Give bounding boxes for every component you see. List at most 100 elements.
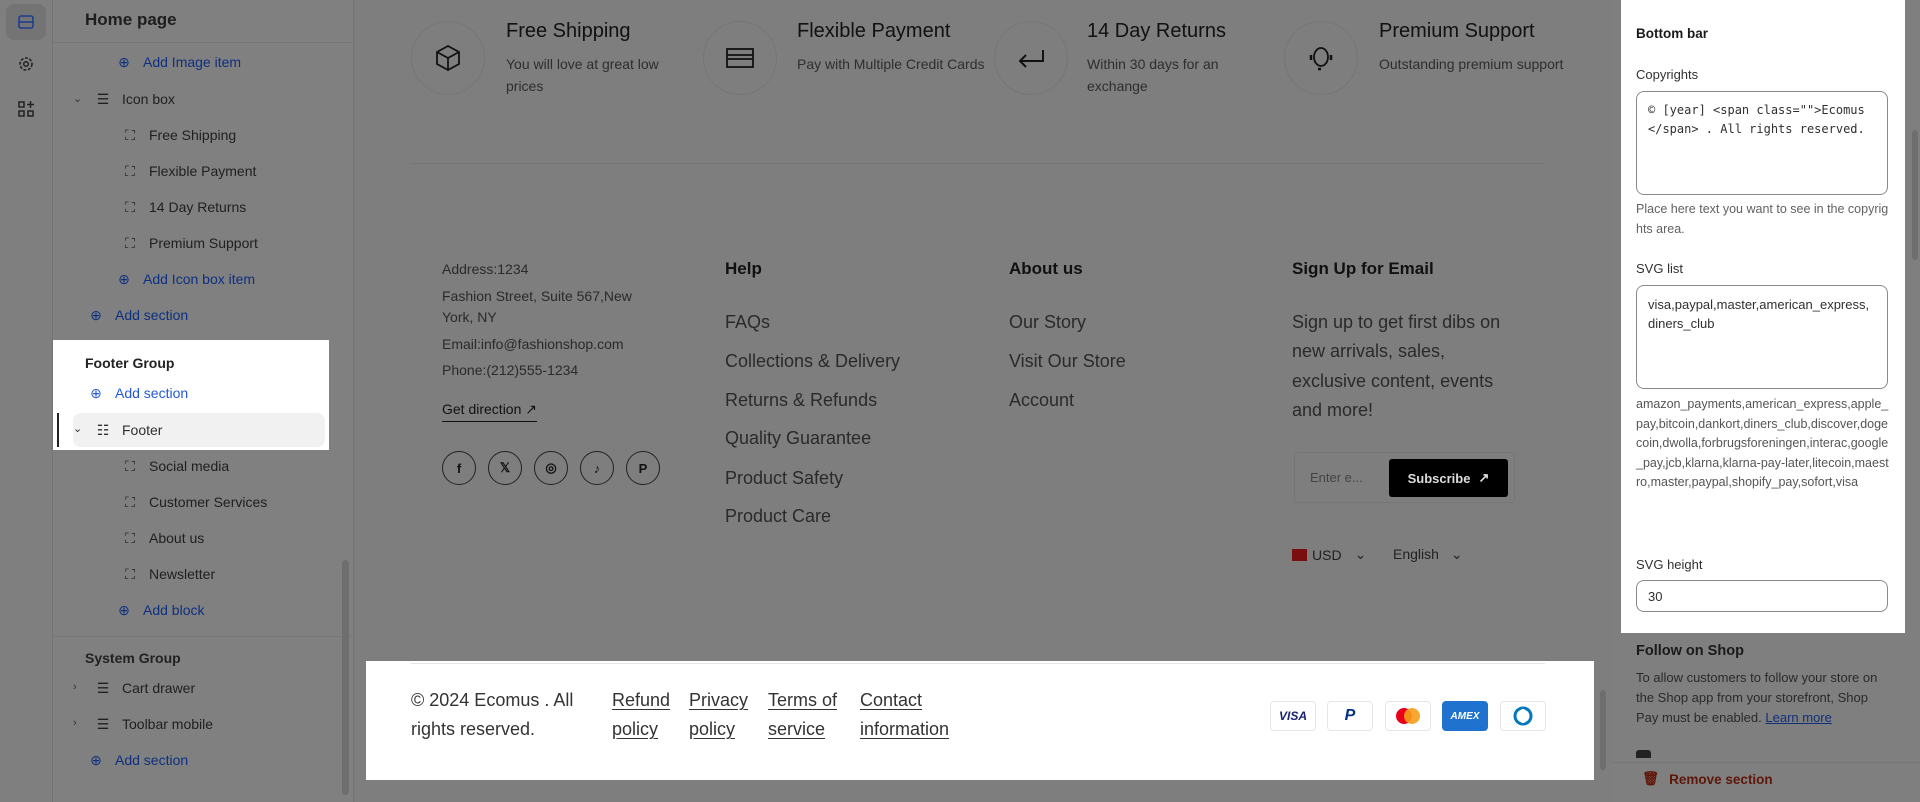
- chevron-down-icon[interactable]: ⌄: [73, 92, 82, 105]
- section-icon: ☰: [96, 679, 110, 696]
- label: About us: [149, 530, 205, 546]
- plus-circle-icon: ⊕: [118, 270, 130, 287]
- footer-link[interactable]: Collections & Delivery: [725, 351, 900, 372]
- footer-link[interactable]: Quality Guarantee: [725, 428, 871, 449]
- label: Newsletter: [149, 566, 216, 582]
- add-section-button[interactable]: ⊕ Add section: [87, 745, 188, 775]
- label: Cart drawer: [122, 680, 196, 696]
- plus-circle-icon: ⊕: [90, 384, 102, 401]
- bottom-bar-settings: Bottom bar Copyrights © [year] <span cla…: [1621, 0, 1905, 633]
- plus-circle-icon: ⊕: [118, 53, 130, 70]
- preview-scrollbar[interactable]: [1600, 690, 1606, 770]
- label: Get direction: [442, 401, 522, 417]
- footer-link[interactable]: Visit Our Store: [1009, 351, 1126, 372]
- add-section-button[interactable]: ⊕ Add section: [87, 300, 188, 330]
- email-input[interactable]: Enter e...: [1310, 470, 1363, 485]
- get-direction-link[interactable]: Get direction ↗: [442, 401, 537, 422]
- credit-card-icon: [703, 21, 777, 95]
- block-customer-services[interactable]: ⛶ Customer Services: [121, 487, 267, 517]
- settings-gear-icon[interactable]: [6, 46, 46, 82]
- svg-list-label: SVG list: [1636, 261, 1683, 276]
- icon-box-title: Flexible Payment: [797, 20, 951, 42]
- block-14-day-returns[interactable]: ⛶ 14 Day Returns: [121, 192, 246, 222]
- tiktok-icon[interactable]: ♪: [580, 451, 614, 485]
- icon-box-desc: Pay with Multiple Credit Cards: [797, 56, 985, 72]
- line: policy: [612, 719, 659, 739]
- line: rights reserved.: [411, 719, 536, 739]
- contact-information-link[interactable]: Contact information: [860, 686, 949, 744]
- sections-icon[interactable]: [6, 4, 46, 40]
- add-image-item-button[interactable]: ⊕ Add Image item: [115, 47, 241, 77]
- block-social-media[interactable]: ⛶ Social media: [121, 451, 229, 481]
- block-about-us[interactable]: ⛶ About us: [121, 523, 204, 553]
- copyrights-textarea[interactable]: © [year] <span class="">Ecomus</span> . …: [1636, 91, 1888, 195]
- label: Footer: [122, 422, 163, 438]
- footer-group-highlight: Footer Group ⊕ Add section ⌄ ☷ Footer: [53, 340, 329, 450]
- email-signup-form: Enter e... Subscribe ↗: [1294, 452, 1515, 503]
- chevron-down-icon[interactable]: ⌄: [73, 422, 82, 435]
- footer-link[interactable]: FAQs: [725, 312, 770, 333]
- section-cart-drawer[interactable]: ☰ Cart drawer: [94, 673, 195, 703]
- section-toolbar-mobile[interactable]: ☰ Toolbar mobile: [94, 709, 213, 739]
- block-flexible-payment[interactable]: ⛶ Flexible Payment: [121, 156, 256, 186]
- section-icon-box[interactable]: ☰ Icon box: [94, 84, 175, 114]
- signup-text: Sign up to get first dibs on: [1292, 312, 1501, 332]
- help-heading: Help: [725, 259, 762, 278]
- sidebar-scrollbar[interactable]: [342, 560, 349, 795]
- plus-circle-icon: ⊕: [90, 306, 102, 323]
- icon-rail: [0, 0, 53, 802]
- apps-add-icon[interactable]: [6, 91, 46, 127]
- section-footer[interactable]: ☷ Footer: [94, 415, 163, 445]
- footer-link[interactable]: Returns & Refunds: [725, 390, 877, 411]
- paypal-icon: P: [1327, 701, 1373, 731]
- terms-of-service-link[interactable]: Terms of service: [768, 686, 837, 744]
- pinterest-icon[interactable]: P: [626, 451, 660, 485]
- label: Add section: [115, 307, 189, 323]
- facebook-icon[interactable]: f: [442, 451, 476, 485]
- flag-icon: [1292, 548, 1307, 561]
- panel-footer: 🗑 Remove section: [1612, 762, 1920, 802]
- footer-link[interactable]: Product Care: [725, 506, 831, 527]
- currency-selector[interactable]: USD ⌄: [1292, 546, 1366, 563]
- icon-box-desc: Within 30 days for an exchange: [1087, 56, 1219, 94]
- chevron-right-icon[interactable]: ›: [73, 681, 77, 693]
- refund-policy-link[interactable]: Refund policy: [612, 686, 670, 744]
- block-premium-support[interactable]: ⛶ Premium Support: [121, 228, 258, 258]
- address-line: York, NY: [442, 309, 497, 325]
- visa-icon: VISA: [1270, 701, 1316, 731]
- privacy-policy-link[interactable]: Privacy policy: [689, 686, 748, 744]
- chevron-right-icon[interactable]: ›: [73, 717, 77, 729]
- block-icon: ⛶: [125, 126, 135, 143]
- block-free-shipping[interactable]: ⛶ Free Shipping: [121, 120, 236, 150]
- block-newsletter[interactable]: ⛶ Newsletter: [121, 559, 215, 589]
- add-block-button[interactable]: ⊕ Add block: [115, 595, 204, 625]
- plus-circle-icon: ⊕: [118, 601, 130, 618]
- footer-link[interactable]: Product Safety: [725, 468, 843, 489]
- checkbox[interactable]: [1636, 750, 1651, 758]
- svg-list-help: amazon_payments,american_express,apple_p…: [1636, 397, 1889, 489]
- page-title: Home page: [85, 10, 177, 29]
- add-icon-box-item-button[interactable]: ⊕ Add Icon box item: [115, 264, 255, 294]
- footer-link[interactable]: Our Story: [1009, 312, 1086, 333]
- instagram-icon[interactable]: ◎: [534, 451, 568, 485]
- footer-link[interactable]: Account: [1009, 390, 1074, 411]
- svg-list-textarea[interactable]: visa,paypal,master,american_express,dine…: [1636, 285, 1888, 389]
- plus-circle-icon: ⊕: [90, 751, 102, 768]
- block-icon: ⛶: [125, 162, 135, 179]
- label: Free Shipping: [149, 127, 237, 143]
- language-selector[interactable]: English ⌄: [1393, 546, 1463, 563]
- learn-more-link[interactable]: Learn more: [1765, 710, 1831, 725]
- svg-height-input[interactable]: 30: [1636, 580, 1888, 612]
- line: Terms of: [768, 690, 838, 710]
- settings-scrollbar[interactable]: [1912, 130, 1918, 260]
- section-icon: ☰: [96, 715, 110, 732]
- add-section-button[interactable]: ⊕ Add section: [87, 378, 188, 408]
- phone-line: Phone:(212)555-1234: [442, 362, 579, 378]
- box-icon: [411, 21, 485, 95]
- x-icon[interactable]: 𝕏: [488, 451, 522, 485]
- remove-section-button[interactable]: 🗑 Remove section: [1642, 771, 1773, 787]
- subscribe-button[interactable]: Subscribe ↗: [1389, 459, 1508, 497]
- text: To allow customers to follow your store …: [1636, 670, 1878, 725]
- block-icon: ⛶: [125, 565, 135, 582]
- label: Add Icon box item: [143, 271, 256, 287]
